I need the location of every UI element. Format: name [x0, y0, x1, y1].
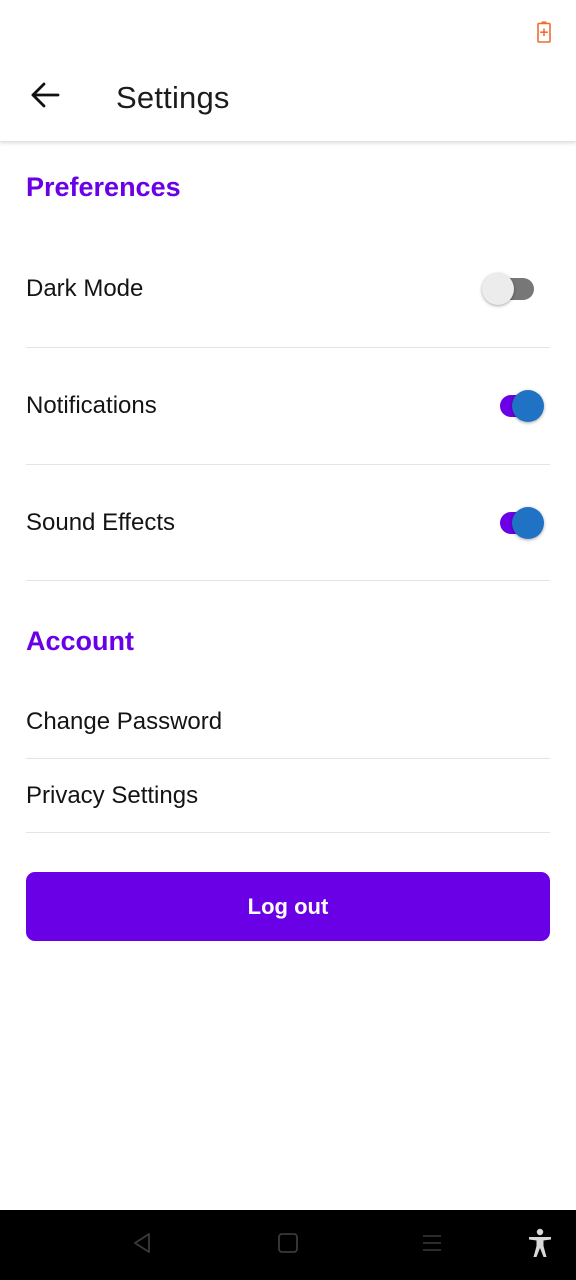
account-item-label: Privacy Settings [26, 782, 199, 809]
logout-button[interactable]: Log out [26, 872, 550, 941]
nav-recents-button[interactable] [418, 1231, 446, 1259]
account-item-privacy-settings[interactable]: Privacy Settings [26, 776, 550, 816]
divider [26, 758, 550, 759]
home-square-icon [277, 1232, 299, 1259]
divider [26, 347, 550, 348]
accessibility-icon [527, 1228, 553, 1263]
account-item-change-password[interactable]: Change Password [26, 702, 550, 742]
section-title-preferences: Preferences [26, 172, 181, 202]
arrow-left-icon [30, 81, 60, 114]
sound-effects-toggle[interactable] [490, 503, 546, 543]
notifications-toggle[interactable] [490, 386, 546, 426]
toggle-thumb [512, 507, 544, 539]
section-title-account: Account [26, 626, 134, 656]
divider [26, 464, 550, 465]
nav-home-button[interactable] [274, 1231, 302, 1259]
back-button[interactable] [22, 74, 68, 120]
setting-label: Notifications [26, 392, 157, 419]
recents-menu-icon [421, 1232, 443, 1259]
setting-label: Dark Mode [26, 275, 144, 302]
setting-row-notifications[interactable]: Notifications [26, 386, 550, 426]
setting-row-dark-mode[interactable]: Dark Mode [26, 269, 550, 309]
app-bar: Settings [0, 56, 576, 142]
divider [26, 580, 550, 581]
dark-mode-toggle[interactable] [482, 269, 538, 309]
nav-accessibility-button[interactable] [526, 1228, 554, 1259]
toggle-thumb [482, 273, 514, 305]
system-navigation-bar [0, 1210, 576, 1280]
account-item-label: Change Password [26, 708, 223, 735]
back-triangle-icon [130, 1231, 154, 1260]
status-bar [0, 0, 576, 56]
setting-label: Sound Effects [26, 509, 175, 536]
nav-back-button[interactable] [128, 1231, 156, 1259]
setting-row-sound-effects[interactable]: Sound Effects [26, 503, 550, 543]
battery-charging-icon [537, 21, 551, 43]
page-title: Settings [116, 80, 230, 115]
toggle-thumb [512, 390, 544, 422]
divider [26, 832, 550, 833]
